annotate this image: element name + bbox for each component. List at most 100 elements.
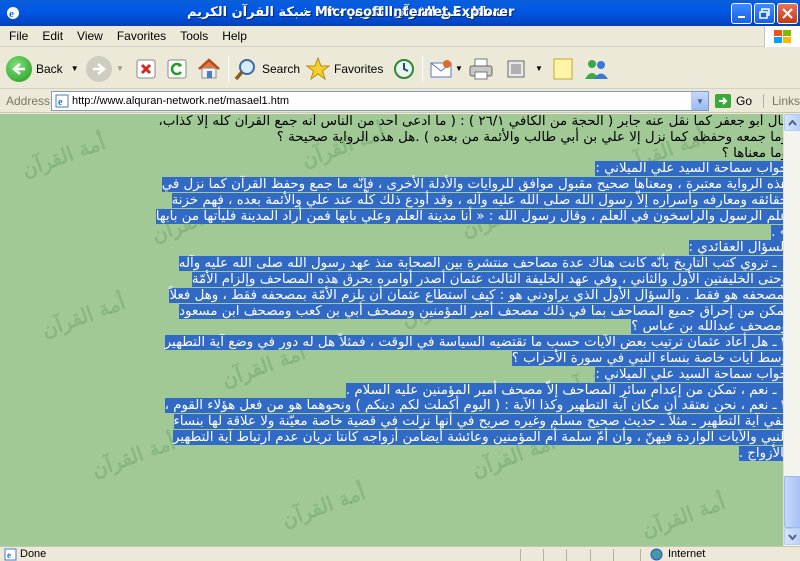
- article-line: علم الرسول والراسخون في العلم ، وقال رسو…: [8, 208, 783, 225]
- back-icon: [6, 55, 32, 82]
- status-divider: [543, 549, 544, 561]
- article-line: ومصحف عبدالله بن عباس ؟: [8, 319, 783, 335]
- chevron-down-icon: [788, 533, 797, 540]
- selected-text: جواب سماحة السيد علي الميلاني :: [595, 161, 783, 177]
- print-icon: [469, 58, 493, 79]
- status-divider: [590, 549, 591, 561]
- chevron-up-icon: [788, 119, 797, 126]
- home-icon: [198, 57, 220, 78]
- scroll-up-button[interactable]: [784, 114, 800, 131]
- menu-bar: File Edit View Favorites Tools Help: [0, 26, 800, 47]
- article-text: قال أبو جعفر كما نقل عنه جابر ( الحجة من…: [8, 114, 783, 462]
- maximize-button[interactable]: [754, 3, 775, 24]
- go-button[interactable]: Go: [714, 93, 752, 109]
- edit-dropdown-icon[interactable]: ▼: [535, 64, 543, 73]
- address-label: Address: [6, 94, 51, 108]
- menu-favorites[interactable]: Favorites: [110, 29, 173, 43]
- back-dropdown-icon[interactable]: ▼: [71, 64, 79, 73]
- selected-text: السؤال العقائدي :: [688, 240, 783, 256]
- refresh-icon: [167, 59, 187, 78]
- mail-dropdown-icon[interactable]: ▼: [455, 64, 463, 73]
- forward-icon: [86, 55, 112, 82]
- selected-text: ١ ـ نعم ، تمكن من إعدام سائر المصاحف إلا…: [345, 382, 783, 398]
- menu-view[interactable]: View: [70, 29, 110, 43]
- article-line: هذه الرواية معتبرة ، ومعناها صحيح مقبول …: [8, 177, 783, 193]
- windows-flag-icon: [773, 29, 791, 43]
- selected-text: ففي آية التطهير ـ مثلاً ـ حديث صحيح مسلم…: [173, 414, 783, 430]
- article-line: حقائقه ومعارفه وأسراره إلاّ رسول الله صل…: [8, 192, 783, 209]
- links-toolbar[interactable]: Links: [763, 94, 800, 108]
- svg-text:e: e: [7, 550, 11, 560]
- favorites-label: Favorites: [334, 61, 384, 76]
- address-bar: Address e http://www.alquran-network.net…: [0, 90, 800, 113]
- favorites-icon: [306, 56, 330, 80]
- home-button[interactable]: [197, 52, 221, 85]
- article-line: وما معناها ؟: [8, 146, 783, 162]
- selected-text: » .: [771, 224, 783, 240]
- forward-button[interactable]: ▼: [86, 52, 124, 85]
- selected-text: وحتى الخليفتين الأول والثاني ، وفي عهد ا…: [191, 271, 783, 287]
- messenger-icon: [585, 59, 608, 79]
- selected-text: ومصحف عبدالله بن عباس ؟: [631, 319, 783, 335]
- history-icon: [394, 58, 414, 79]
- minimize-icon: [737, 15, 745, 18]
- svg-text:e: e: [9, 8, 14, 20]
- svg-text:e: e: [58, 97, 63, 108]
- favorites-button[interactable]: Favorites: [306, 52, 383, 85]
- line-text: وما جمعه وحفظه كما نزل إلا علي بن أبي طا…: [276, 129, 783, 145]
- discuss-button[interactable]: [551, 52, 575, 85]
- messenger-button[interactable]: [583, 52, 609, 85]
- page-done-icon: e: [4, 548, 17, 561]
- search-icon: [234, 58, 255, 80]
- scroll-down-button[interactable]: [784, 528, 800, 545]
- history-button[interactable]: [392, 52, 416, 85]
- edit-button[interactable]: ▼: [505, 52, 543, 85]
- mail-icon: [430, 59, 452, 77]
- address-dropdown-icon[interactable]: ▼: [691, 92, 708, 110]
- menu-file[interactable]: File: [0, 29, 35, 43]
- forward-dropdown-icon[interactable]: ▼: [116, 64, 124, 73]
- menu-edit[interactable]: Edit: [35, 29, 70, 43]
- standard-toolbar: Back ▼ ▼ Search Favorites ▼ ▼: [0, 48, 800, 89]
- edit-icon: [507, 60, 525, 77]
- article-line: ١ ـ نعم ، تمكن من إعدام سائر المصاحف إلا…: [8, 382, 783, 399]
- discuss-icon: [553, 58, 573, 79]
- back-button[interactable]: Back ▼: [6, 52, 79, 85]
- status-divider: [520, 549, 521, 561]
- menu-tools[interactable]: Tools: [173, 29, 215, 43]
- mail-button[interactable]: ▼: [429, 52, 463, 85]
- article-line: وحتى الخليفتين الأول والثاني ، وفي عهد ا…: [8, 271, 783, 288]
- security-zone: Internet: [668, 548, 706, 560]
- ie-icon: e: [7, 7, 19, 20]
- stop-button[interactable]: [135, 52, 157, 85]
- article-line: تمكن من إحراق جميع المصاحف بما في ذلك مص…: [8, 303, 783, 320]
- status-text: Done: [20, 548, 47, 560]
- article-line: بمصحفه هو فقط . والسؤال الأول الذي يراود…: [8, 287, 783, 304]
- close-button[interactable]: [777, 3, 798, 24]
- selected-text: بالأزواج .: [738, 445, 783, 461]
- scroll-thumb[interactable]: [784, 476, 800, 528]
- page-content: أمة القرآنأمة القرآنأمة القرآنأمة القرآن…: [0, 114, 783, 546]
- article-line: وما جمعه وحفظه كما نزل إلا علي بن أبي طا…: [8, 130, 783, 146]
- article-line: وسط آيات خاصة بنساء النبي في سورة الأحزا…: [8, 350, 783, 367]
- restore-icon: [759, 8, 770, 19]
- go-label: Go: [736, 94, 753, 108]
- selected-text: وسط آيات خاصة بنساء النبي في سورة الأحزا…: [511, 350, 783, 366]
- watermark-logo: أمة القرآن: [278, 479, 369, 533]
- menu-help[interactable]: Help: [215, 29, 254, 43]
- globe-icon: [650, 548, 663, 561]
- vertical-scrollbar[interactable]: [783, 114, 800, 546]
- selected-text: هذه الرواية معتبرة ، ومعناها صحيح مقبول …: [161, 177, 783, 193]
- refresh-button[interactable]: [166, 52, 188, 85]
- address-input[interactable]: e http://www.alquran-network.net/masael1…: [51, 91, 709, 111]
- minimize-button[interactable]: [731, 3, 752, 24]
- article-line: جواب سماحة السيد علي الميلاني :: [8, 161, 783, 177]
- article-line: ١ ـ تروي كتب التاريخ بأنّه كانت هناك عدة…: [8, 256, 783, 272]
- back-label: Back: [36, 61, 63, 76]
- print-button[interactable]: [468, 52, 494, 85]
- selected-text: بمصحفه هو فقط . والسؤال الأول الذي يراود…: [169, 287, 783, 303]
- address-url: http://www.alquran-network.net/masael1.h…: [72, 95, 290, 107]
- status-divider: [640, 549, 641, 561]
- search-button[interactable]: Search: [234, 52, 300, 85]
- article-line: » .: [8, 224, 783, 241]
